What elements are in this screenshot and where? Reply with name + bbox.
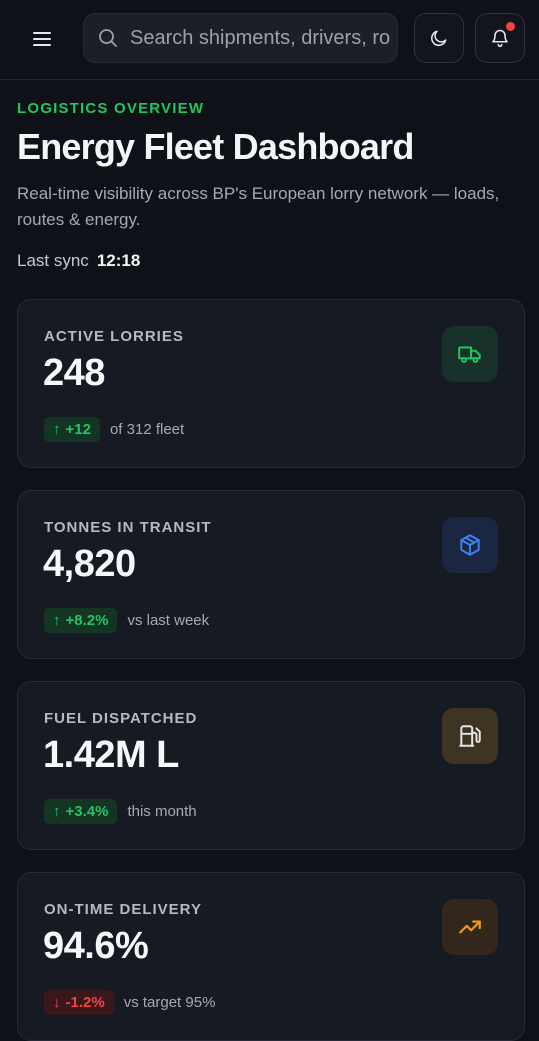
card-footer: ↑ +3.4% this month [44, 799, 197, 824]
card-icon-tile [442, 708, 498, 764]
card-footnote: this month [127, 803, 197, 820]
search-input[interactable] [130, 26, 390, 50]
card-label: ACTIVE LORRIES [44, 328, 184, 345]
stat-card-fuel-dispatched[interactable]: FUEL DISPATCHED 1.42M L ↑ +3.4% this mont… [17, 681, 525, 850]
package-icon [460, 534, 480, 556]
trending-up-icon [459, 920, 481, 934]
stat-card-active-lorries[interactable]: ACTIVE LORRIES 248 ↑ +12 of 312 fleet [17, 299, 525, 468]
last-sync: Last sync 12:18 [17, 251, 522, 271]
fuel-icon [459, 725, 481, 747]
theme-toggle-button[interactable] [414, 13, 464, 63]
section-eyebrow: LOGISTICS OVERVIEW [17, 100, 205, 117]
stat-card-on-time-delivery[interactable]: ON-TIME DELIVERY 94.6% ↓ -1.2% vs target … [17, 872, 525, 1041]
hamburger-menu-icon [33, 32, 51, 46]
card-footer: ↑ +8.2% vs last week [44, 608, 209, 633]
sync-time: 12:18 [96, 251, 141, 270]
sync-label: Last sync [17, 251, 89, 270]
card-icon-tile [442, 517, 498, 573]
search-box[interactable] [83, 13, 398, 63]
top-bar [0, 0, 539, 80]
notifications-button[interactable] [475, 13, 525, 63]
delta-value: +3.4% [65, 803, 109, 820]
page-title: Energy Fleet Dashboard [17, 126, 414, 167]
card-footnote: of 312 fleet [109, 421, 185, 438]
search-icon [99, 29, 117, 47]
menu-button[interactable] [22, 20, 62, 58]
delta-badge: ↑ +3.4% [44, 799, 118, 824]
page-header: LOGISTICS OVERVIEW Energy Fleet Dashboar… [17, 100, 522, 271]
card-value: 4,820 [43, 543, 136, 585]
arrow-up-icon: ↑ [53, 421, 61, 438]
delta-value: -1.2% [65, 994, 105, 1011]
arrow-up-icon: ↑ [53, 612, 61, 629]
card-label: ON-TIME DELIVERY [44, 901, 202, 918]
arrow-down-icon: ↓ [53, 994, 61, 1011]
card-label: TONNES IN TRANSIT [44, 519, 212, 536]
card-footer: ↓ -1.2% vs target 95% [44, 990, 215, 1015]
card-footnote: vs target 95% [123, 994, 216, 1011]
stat-card-tonnes-in-transit[interactable]: TONNES IN TRANSIT 4,820 ↑ +8.2% vs last w… [17, 490, 525, 659]
card-icon-tile [442, 899, 498, 955]
card-value: 248 [43, 352, 105, 394]
delta-badge: ↑ +12 [44, 417, 100, 442]
card-value: 1.42M L [43, 734, 179, 776]
delta-value: +12 [65, 421, 91, 438]
card-label: FUEL DISPATCHED [44, 710, 198, 727]
bell-icon [492, 29, 508, 48]
delta-value: +8.2% [65, 612, 109, 629]
moon-icon [431, 30, 447, 46]
truck-icon [458, 346, 481, 363]
card-icon-tile [442, 326, 498, 382]
delta-badge: ↑ +8.2% [44, 608, 118, 633]
page-subtitle: Real-time visibility across BP's Europea… [17, 184, 500, 229]
notification-dot [506, 22, 515, 31]
card-footnote: vs last week [127, 612, 210, 629]
card-footer: ↑ +12 of 312 fleet [44, 417, 184, 442]
card-value: 94.6% [43, 925, 149, 967]
delta-badge: ↓ -1.2% [44, 990, 114, 1015]
arrow-up-icon: ↑ [53, 803, 61, 820]
